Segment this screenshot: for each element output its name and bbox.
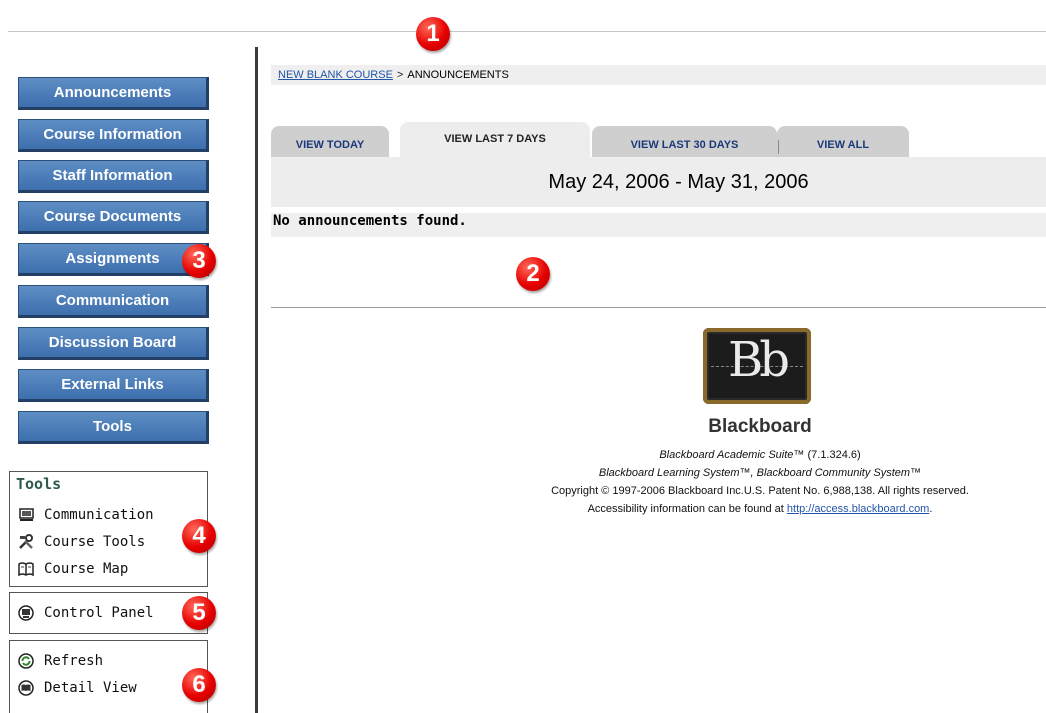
suite-name: Blackboard Academic Suite™ <box>659 449 805 461</box>
book-icon <box>18 561 34 577</box>
nav-button-assignments[interactable]: Assignments <box>18 243 209 276</box>
tab-view-all[interactable]: VIEW ALL <box>777 126 909 158</box>
tools-icon <box>18 533 34 550</box>
tools-item-course-map[interactable]: Course Map <box>10 555 207 582</box>
tab-view-last-7-days[interactable]: VIEW LAST 7 DAYS <box>400 122 590 158</box>
nav-button-discussion-board[interactable]: Discussion Board <box>18 327 209 360</box>
tools-item-label: Communication <box>44 506 154 523</box>
accessibility-text: Accessibility information can be found a… <box>587 503 787 515</box>
annotation-marker-3: 3 <box>182 244 216 278</box>
tools-item-communication[interactable]: Communication <box>10 501 207 528</box>
monitor-icon <box>18 507 34 523</box>
footer-copyright: Copyright © 1997-2006 Blackboard Inc.U.S… <box>551 485 969 497</box>
breadcrumb-current-page: ANNOUNCEMENTS <box>407 69 509 81</box>
control-panel-icon <box>18 605 34 621</box>
control-panel-box: Control Panel <box>9 592 208 634</box>
nav-button-staff-information[interactable]: Staff Information <box>18 160 209 193</box>
detail-view-label: Detail View <box>44 679 137 696</box>
refresh-link[interactable]: Refresh <box>10 647 207 674</box>
breadcrumb-separator: > <box>396 69 404 81</box>
annotation-marker-1: 1 <box>416 17 450 51</box>
annotation-marker-6: 6 <box>182 668 216 702</box>
date-range: May 24, 2006 - May 31, 2006 <box>271 157 1046 207</box>
tab-separator <box>778 140 779 154</box>
content-divider <box>271 307 1046 308</box>
top-border <box>8 31 1046 32</box>
nav-button-course-information[interactable]: Course Information <box>18 119 209 152</box>
nav-button-tools[interactable]: Tools <box>18 411 209 444</box>
tools-box-title: Tools <box>16 475 62 493</box>
nav-button-course-documents[interactable]: Course Documents <box>18 201 209 234</box>
annotation-marker-5: 5 <box>182 596 216 630</box>
nav-button-announcements[interactable]: Announcements <box>18 77 209 110</box>
tab-label: VIEW ALL <box>816 139 870 151</box>
tools-item-label: Course Tools <box>44 533 146 550</box>
refresh-icon <box>18 652 34 669</box>
tools-item-label: Course Map <box>44 560 129 577</box>
accessibility-end: . <box>929 503 933 515</box>
annotation-marker-2: 2 <box>516 257 550 291</box>
tools-item-course-tools[interactable]: Course Tools <box>10 528 207 555</box>
refresh-label: Refresh <box>44 652 104 669</box>
blackboard-logo: Bb <box>703 328 811 404</box>
control-panel-link[interactable]: Control Panel <box>10 593 207 633</box>
accessibility-link[interactable]: http://access.blackboard.com <box>787 503 929 515</box>
footer-accessibility-line: Accessibility information can be found a… <box>480 503 1040 515</box>
frame-divider[interactable] <box>255 47 258 713</box>
brand-name: Blackboard <box>708 416 812 437</box>
detail-view-icon <box>18 679 34 696</box>
suite-version: (7.1.324.6) <box>804 449 861 461</box>
no-announcements-message: No announcements found. <box>271 213 1046 237</box>
footer-suite-line: Blackboard Academic Suite™ (7.1.324.6) <box>480 449 1040 461</box>
annotation-marker-4: 4 <box>182 519 216 553</box>
tab-label: VIEW LAST 30 DAYS <box>630 139 739 151</box>
nav-button-external-links[interactable]: External Links <box>18 369 209 402</box>
tools-box: Tools Communication Course Tools Course … <box>9 471 208 587</box>
tab-label: VIEW TODAY <box>295 139 365 151</box>
tab-view-last-30-days[interactable]: VIEW LAST 30 DAYS <box>592 126 777 158</box>
detail-view-link[interactable]: Detail View <box>10 674 207 701</box>
logo-text: Bb <box>728 332 790 388</box>
tab-label: VIEW LAST 7 DAYS <box>444 133 546 145</box>
breadcrumb: NEW BLANK COURSE > ANNOUNCEMENTS <box>271 65 1046 85</box>
nav-button-communication[interactable]: Communication <box>18 285 209 318</box>
control-panel-label: Control Panel <box>44 605 154 621</box>
view-box: Refresh Detail View <box>9 640 208 713</box>
footer-systems-line: Blackboard Learning System™, Blackboard … <box>598 467 922 479</box>
tab-view-today[interactable]: VIEW TODAY <box>271 126 389 158</box>
breadcrumb-course-link[interactable]: NEW BLANK COURSE <box>278 69 393 81</box>
